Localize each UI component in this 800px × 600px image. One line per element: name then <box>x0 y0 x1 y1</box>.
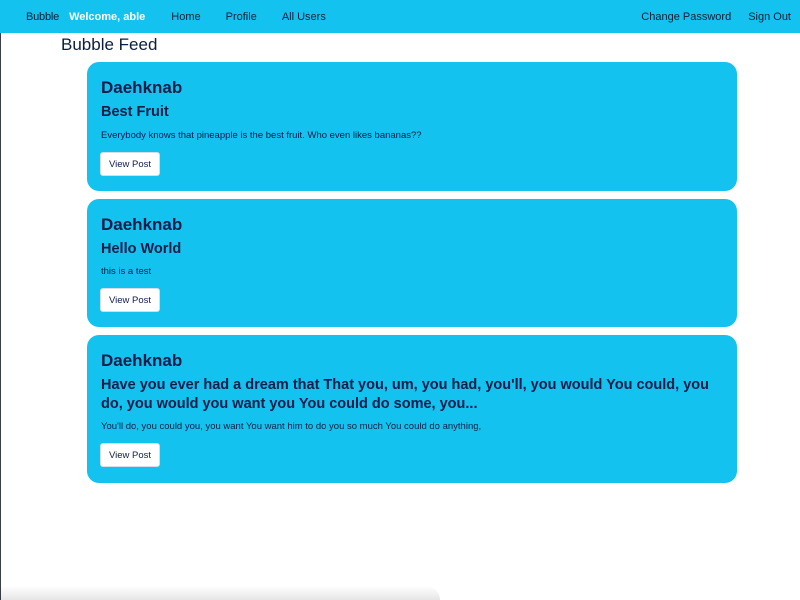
post-author: Daehknab <box>101 78 183 97</box>
top-navbar: Bubble Welcome, able Home Profile All Us… <box>0 0 800 33</box>
post-body: You'll do, you could you, you want You w… <box>101 421 482 432</box>
window-bottom-shadow <box>0 586 440 600</box>
nav-right-group: Change Password Sign Out <box>624 11 800 23</box>
view-post-button[interactable]: View Post <box>100 288 160 312</box>
nav-link-home[interactable]: Home <box>171 11 200 23</box>
nav-link-sign-out[interactable]: Sign Out <box>748 11 791 23</box>
post-title: Best Fruit <box>101 104 169 120</box>
page-title: Bubble Feed <box>61 35 158 54</box>
window-left-edge <box>0 33 1 600</box>
post-title: Have you ever had a dream that That you,… <box>101 377 709 412</box>
nav-left-group: Bubble Welcome, able Home Profile All Us… <box>0 11 326 23</box>
post-card: Daehknab Have you ever had a dream that … <box>87 335 737 483</box>
view-post-button[interactable]: View Post <box>100 443 160 467</box>
nav-link-profile[interactable]: Profile <box>226 11 257 23</box>
post-card: Daehknab Best Fruit Everybody knows that… <box>87 62 737 191</box>
nav-link-change-password[interactable]: Change Password <box>641 11 731 23</box>
brand-link[interactable]: Bubble <box>25 11 59 23</box>
post-card: Daehknab Hello World this is a test View… <box>87 199 737 327</box>
post-author: Daehknab <box>101 351 183 370</box>
view-post-button[interactable]: View Post <box>100 152 160 176</box>
welcome-text: Welcome, able <box>69 10 146 23</box>
post-title: Hello World <box>101 241 182 257</box>
post-body: this is a test <box>101 266 152 277</box>
nav-link-all-users[interactable]: All Users <box>282 11 326 23</box>
post-author: Daehknab <box>101 215 183 234</box>
post-body: Everybody knows that pineapple is the be… <box>101 130 422 141</box>
